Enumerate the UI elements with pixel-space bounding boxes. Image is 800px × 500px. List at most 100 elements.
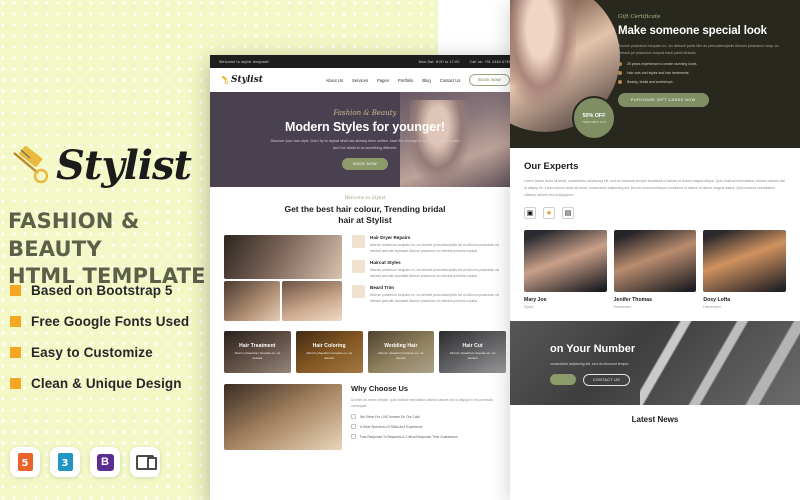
- experts-description: Lorem ipsum dolor sit amet, consectetur …: [524, 179, 785, 198]
- responsive-icon: [136, 454, 157, 470]
- navbar: Stylist About Us Services Pages Portfoli…: [210, 68, 520, 92]
- about-title-line1: Get the best hair colour, Trending brida…: [284, 204, 446, 214]
- template-preview-main: Welcome to stylist template! Mon-Sat: 8:…: [210, 55, 520, 500]
- nav-menu: About Us Services Pages Portfolio Blog C…: [326, 74, 510, 86]
- our-experts-section: Our Experts Lorem ipsum dolor sit amet, …: [510, 148, 800, 219]
- team-member-dosy-lofta[interactable]: Dosy Lofta Hairdresser: [703, 229, 787, 309]
- card-subtitle: Aliorum phaedrum torquato eu, vix detrax…: [449, 350, 496, 360]
- bullet-icon: [10, 285, 21, 296]
- brand-name: Stylist: [56, 142, 192, 189]
- gift-bullet-label: Beauty, bridal and workshops: [627, 80, 673, 84]
- template-preview-right: 50% OFF YOUR NEXT CUT Gift Certificate M…: [510, 0, 800, 500]
- card-subtitle: Aliorum phaedrum torquato eu, vix detrax…: [234, 350, 281, 360]
- service-name: Haircut Styles: [370, 260, 401, 266]
- feature-label: Clean & Unique Design: [31, 376, 182, 391]
- member-role: Hairdresser: [703, 304, 721, 309]
- team-member-jenifer-thomas[interactable]: Jenifer Thomas Hairdresser: [613, 229, 697, 309]
- why-choose-us-section: Why Choose Us Ut enim ad minim veniam, q…: [210, 383, 520, 450]
- card-title: Hair Treatment: [239, 342, 276, 349]
- card-title: Hair Coloring: [312, 342, 346, 349]
- service-card-hair-cut[interactable]: Hair Cut Aliorum phaedrum torquato eu, v…: [439, 330, 506, 373]
- service-card-hair-coloring[interactable]: Hair Coloring Aliorum phaedrum torquato …: [295, 330, 363, 373]
- nav-item-contact-us[interactable]: Contact Us: [440, 78, 461, 83]
- check-icon: [351, 424, 356, 430]
- about-image-group: [224, 234, 344, 321]
- nav-item-services[interactable]: Services: [352, 78, 368, 83]
- why-item-label: A Wide Spectrum Of Skills And Experience: [360, 424, 423, 429]
- tech-badge-row: 5 3 B: [10, 447, 160, 477]
- purchase-gift-cards-button[interactable]: PURCHASE GIFT CARDS NOW: [618, 93, 709, 107]
- cta-primary-button[interactable]: [550, 374, 576, 386]
- brand-logo: Stylist: [8, 142, 192, 189]
- experts-icon-row: ▣ ★ ▤: [524, 206, 786, 219]
- list-item: Free Google Fonts Used: [10, 314, 225, 329]
- service-list: Hair Dryer Repairs Aliorum phaedrum torq…: [352, 234, 506, 321]
- scissors-icon: [220, 74, 229, 85]
- hero-eyebrow: Fashion & Beauty: [333, 109, 397, 118]
- about-title-line2: hair at Stylist: [338, 215, 392, 226]
- member-name: Dosy Lofta: [703, 296, 731, 303]
- card-title: Hair Cut: [462, 342, 483, 349]
- bootstrap-badge: B: [90, 447, 120, 477]
- card-subtitle: Aliorum phaedrum torquato eu, vix detrax…: [306, 350, 353, 360]
- css3-badge: 3: [50, 447, 80, 477]
- experts-title: Our Experts: [524, 161, 579, 172]
- discount-label: YOUR NEXT CUT: [581, 119, 607, 124]
- bullet-icon: [618, 71, 622, 75]
- check-icon: [351, 414, 356, 420]
- member-name: Jenifer Thomas: [613, 296, 653, 303]
- award-icon: ★: [543, 206, 555, 219]
- why-item-label: Fast Response To Requests & Critical Res…: [360, 434, 458, 439]
- feature-label: Based on Bootstrap 5: [31, 283, 173, 298]
- topbar-welcome: Welcome to stylist template!: [219, 59, 270, 64]
- about-section: Welcome to Stylist Get the best hair col…: [210, 187, 520, 321]
- document-icon: ▤: [562, 206, 574, 219]
- gift-certificate-section: 50% OFF YOUR NEXT CUT Gift Certificate M…: [510, 0, 800, 148]
- feature-list: Based on Bootstrap 5 Free Google Fonts U…: [10, 283, 225, 407]
- html5-icon: 5: [17, 453, 33, 471]
- about-image-3: [282, 280, 342, 321]
- haircut-icon: [352, 260, 365, 274]
- service-card-hair-treatment[interactable]: Hair Treatment Aliorum phaedrum torquato…: [224, 330, 291, 373]
- about-image-1: [224, 234, 342, 279]
- list-item: A Wide Spectrum Of Skills And Experience: [351, 424, 506, 430]
- book-now-button[interactable]: BOOK NOW: [469, 74, 510, 86]
- member-role: Stylist: [524, 304, 534, 309]
- nav-item-pages[interactable]: Pages: [377, 78, 389, 83]
- nav-logo[interactable]: Stylist: [220, 74, 263, 85]
- list-item: Easy to Customize: [10, 345, 225, 360]
- why-item-label: We Strive For LIVE Answer On Our Calls: [360, 414, 420, 419]
- nav-item-about-us[interactable]: About Us: [326, 78, 343, 83]
- html5-badge: 5: [10, 447, 40, 477]
- member-role: Hairdresser: [613, 304, 632, 309]
- gift-title: Make someone special look: [618, 25, 767, 37]
- nav-item-blog[interactable]: Blog: [422, 78, 430, 83]
- nav-item-portfolio[interactable]: Portfolio: [398, 78, 413, 83]
- team-member-mary-joe[interactable]: Mary Joe Stylist: [524, 229, 607, 309]
- css3-icon: 3: [57, 453, 73, 471]
- list-item: 25 years experience to create stunning l…: [618, 62, 786, 66]
- service-card-wedding-hair[interactable]: Wedding Hair Aliorum phaedrum torquato e…: [367, 330, 435, 373]
- bullet-icon: [618, 80, 622, 84]
- card-subtitle: Aliorum phaedrum torquato eu, vix detrax…: [377, 350, 424, 360]
- discount-badge: 50% OFF YOUR NEXT CUT: [572, 96, 616, 140]
- about-eyebrow: Welcome to Stylist: [344, 196, 386, 201]
- feature-label: Easy to Customize: [31, 345, 153, 360]
- contact-us-button[interactable]: CONTACT US: [583, 373, 631, 386]
- topbar: Welcome to stylist template! Mon-Sat: 8:…: [210, 55, 520, 68]
- cta-section: on Your Number consectetur adipiscing el…: [510, 320, 800, 405]
- latest-news-section: Latest News: [510, 405, 800, 424]
- promo-title-line1: FASHION & BEAUTY: [8, 209, 140, 261]
- list-item: Beard Trim Aliorum phaedrum torquato eu,…: [352, 285, 506, 304]
- service-description: Aliorum phaedrum torquato eu, vix detrax…: [370, 268, 500, 279]
- certificate-icon: ▣: [524, 206, 536, 219]
- service-name: Beard Trim: [370, 285, 394, 291]
- gift-bullet-label: Hair cuts and styles and hair treatments: [627, 71, 689, 75]
- list-item: Hair Dryer Repairs Aliorum phaedrum torq…: [352, 234, 506, 254]
- responsive-badge: [130, 447, 160, 477]
- service-name: Hair Dryer Repairs: [370, 234, 411, 240]
- gift-bullet-label: 25 years experience to create stunning l…: [627, 62, 697, 66]
- service-description: Aliorum phaedrum torquato eu, vix detrax…: [370, 293, 500, 304]
- hero-book-now-button[interactable]: BOOK NOW: [342, 157, 388, 170]
- gift-eyebrow: Gift Certificate: [618, 14, 661, 20]
